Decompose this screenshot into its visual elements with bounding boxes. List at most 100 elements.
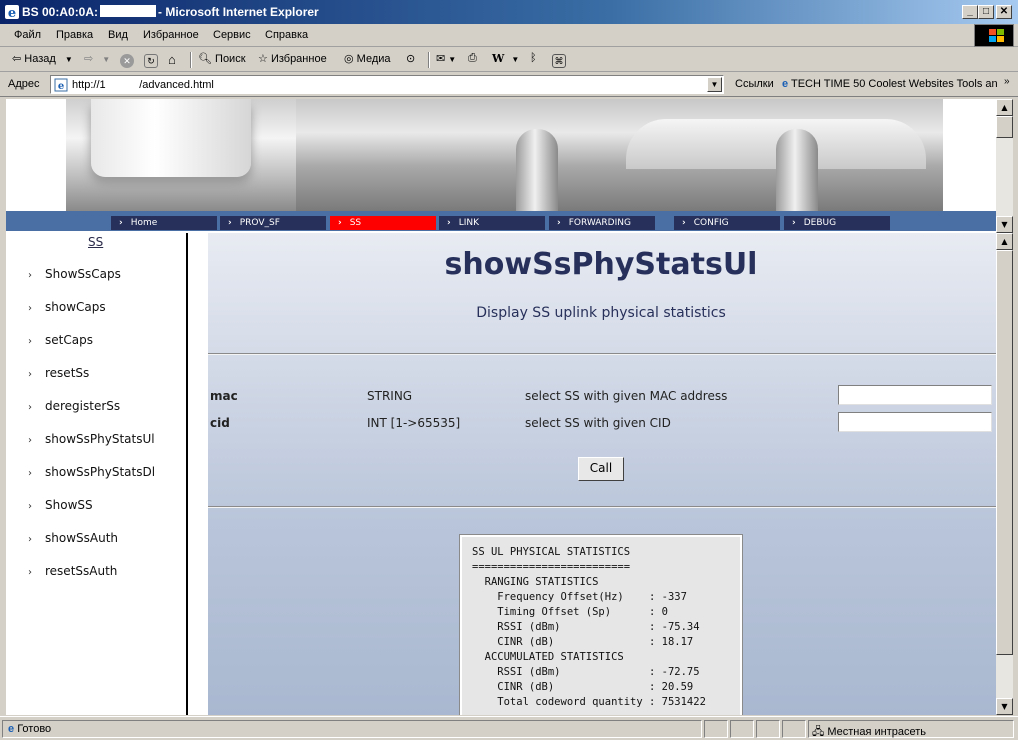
menu-view[interactable]: Вид <box>108 29 128 41</box>
top-frame-scrollbar[interactable]: ▲ ▼ <box>996 99 1013 233</box>
nav-label: Home <box>130 218 158 228</box>
output-box: SS UL PHYSICAL STATISTICS ==============… <box>459 534 743 715</box>
refresh-icon: ↻ <box>144 54 158 68</box>
chevron-right-icon: › <box>28 303 32 314</box>
page-icon: e <box>782 78 789 90</box>
menu-file[interactable]: Файл <box>14 29 41 41</box>
status-main-cell <box>2 720 702 738</box>
svg-text:e: e <box>8 6 16 20</box>
divider <box>208 353 996 355</box>
minimize-button[interactable]: _ <box>962 5 978 19</box>
param-desc-mac: select SS with given MAC address <box>525 389 728 403</box>
search-button[interactable]: 🔍︎ Поиск <box>198 52 246 65</box>
divider <box>208 506 996 508</box>
mail-button[interactable]: ✉ ▼ <box>436 52 456 65</box>
sidebar-item-label: showSsAuth <box>45 531 119 545</box>
nav-ss[interactable]: › SS <box>330 216 436 230</box>
sidebar-title[interactable]: SS <box>88 235 103 249</box>
edit-button[interactable]: W ▼ <box>492 52 519 65</box>
links-label[interactable]: Ссылки <box>735 78 774 90</box>
forward-button[interactable]: ⇨ ▼ <box>84 52 110 65</box>
bluetooth-button[interactable]: ᛒ <box>530 52 537 64</box>
messenger-icon: ⌘ <box>552 54 566 68</box>
page-description: Display SS uplink physical statistics <box>476 305 726 321</box>
media-label: Медиа <box>356 53 391 65</box>
address-bar: Адрес e http://1 /advanced.html ▼ Ссылки… <box>0 73 1018 97</box>
address-dropdown-button[interactable]: ▼ <box>707 77 722 92</box>
stop-button[interactable]: ✕ <box>120 52 134 68</box>
messenger-button[interactable]: ⌘ <box>552 52 566 68</box>
sidebar-item-showss[interactable]: › ShowSS <box>28 498 93 512</box>
toolbar: ⇦ Назад ▼ ⇨ ▼ ✕ ↻ ⌂ 🔍︎ Поиск ☆ Избранное… <box>0 48 1018 72</box>
address-url: http://1 /advanced.html <box>72 79 214 91</box>
sidebar-item-showssphystatsdl[interactable]: › showSsPhyStatsDl <box>28 465 155 479</box>
scroll-thumb[interactable] <box>996 116 1013 138</box>
favorites-label: Избранное <box>270 53 327 65</box>
sidebar-item-showcaps[interactable]: › showCaps <box>28 300 106 314</box>
word-edit-icon: W <box>492 52 505 65</box>
print-button[interactable]: ⎙ <box>468 52 477 65</box>
address-input[interactable]: e http://1 /advanced.html ▼ <box>50 75 724 94</box>
refresh-button[interactable]: ↻ <box>144 52 158 68</box>
sidebar-item-showssauth[interactable]: › showSsAuth <box>28 531 118 545</box>
menu-tools[interactable]: Сервис <box>213 29 251 41</box>
back-button[interactable]: ⇦ Назад ▼ <box>12 52 73 65</box>
sidebar-item-setcaps[interactable]: › setCaps <box>28 333 93 347</box>
sidebar-item-showssphystatsul[interactable]: › showSsPhyStatsUl <box>28 432 155 446</box>
nav-config[interactable]: › CONFIG <box>674 216 780 230</box>
sidebar-item-resetss[interactable]: › resetSs <box>28 366 89 380</box>
media-button[interactable]: ◎ Медиа <box>344 52 391 65</box>
output-text: SS UL PHYSICAL STATISTICS ==============… <box>472 546 706 708</box>
history-button[interactable]: ⊙ <box>406 52 415 65</box>
nav-forwarding[interactable]: › FORWARDING <box>549 216 655 230</box>
banner-ridge <box>776 129 818 211</box>
home-button[interactable]: ⌂ <box>168 52 182 67</box>
toolbar-separator <box>428 52 430 68</box>
scroll-down-button[interactable]: ▼ <box>996 216 1013 233</box>
sidebar-item-label: resetSsAuth <box>45 564 118 578</box>
favorites-button[interactable]: ☆ Избранное <box>258 52 327 65</box>
top-nav: › Home › PROV_SF › SS › LINK › FORWARDING › CO… <box>6 211 996 231</box>
window-title-bar[interactable]: e BS 00:A0:0A: - Microsoft Internet Explo… <box>0 0 1018 24</box>
windows-logo-icon <box>974 24 1014 47</box>
scroll-up-button[interactable]: ▲ <box>996 233 1013 250</box>
nav-prov-sf[interactable]: › PROV_SF <box>220 216 326 230</box>
status-cell <box>704 720 728 738</box>
status-cell <box>730 720 754 738</box>
chevron-more-icon[interactable]: » <box>1004 76 1010 87</box>
sidebar-item-label: showSsPhyStatsDl <box>45 465 156 479</box>
address-label: Адрес <box>8 78 40 90</box>
search-icon: 🔍︎ <box>198 53 212 65</box>
close-button[interactable]: ✕ <box>996 5 1012 19</box>
chevron-right-icon: › <box>28 369 32 380</box>
chevron-right-icon: › <box>28 468 32 479</box>
print-icon: ⎙ <box>468 52 477 64</box>
scroll-thumb[interactable] <box>996 250 1013 655</box>
nav-debug[interactable]: › DEBUG <box>784 216 890 230</box>
call-button[interactable]: Call <box>578 457 624 481</box>
window-title-prefix: BS 00:A0:0A: <box>22 5 99 19</box>
nav-link[interactable]: › LINK <box>439 216 545 230</box>
mac-input[interactable] <box>838 385 992 405</box>
menu-favorites[interactable]: Избранное <box>143 29 199 41</box>
history-icon: ⊙ <box>406 53 416 65</box>
param-type-mac: STRING <box>367 389 413 403</box>
menu-edit[interactable]: Правка <box>56 29 93 41</box>
back-arrow-icon: ⇦ <box>12 53 22 65</box>
scroll-up-button[interactable]: ▲ <box>996 99 1013 116</box>
sidebar-item-deregisterss[interactable]: › deregisterSs <box>28 399 120 413</box>
maximize-button[interactable]: □ <box>978 5 994 19</box>
status-cell <box>782 720 806 738</box>
scroll-down-button[interactable]: ▼ <box>996 698 1013 715</box>
links-item-label: TECH TIME 50 Coolest Websites Tools an <box>790 78 998 90</box>
cid-input[interactable] <box>838 412 992 432</box>
menu-help[interactable]: Справка <box>265 29 308 41</box>
nav-home[interactable]: › Home <box>111 216 217 230</box>
content-frame-scrollbar[interactable]: ▲ ▼ <box>996 233 1013 715</box>
status-zone-label: Местная интрасеть <box>827 726 926 738</box>
sidebar-item-resetssauth[interactable]: › resetSsAuth <box>28 564 117 578</box>
links-item[interactable]: e TECH TIME 50 Coolest Websites Tools an <box>782 78 998 90</box>
sidebar-item-showsscaps[interactable]: › ShowSsCaps <box>28 267 121 281</box>
window-title-suffix: - Microsoft Internet Explorer <box>158 5 319 19</box>
sidebar-item-label: setCaps <box>45 333 93 347</box>
